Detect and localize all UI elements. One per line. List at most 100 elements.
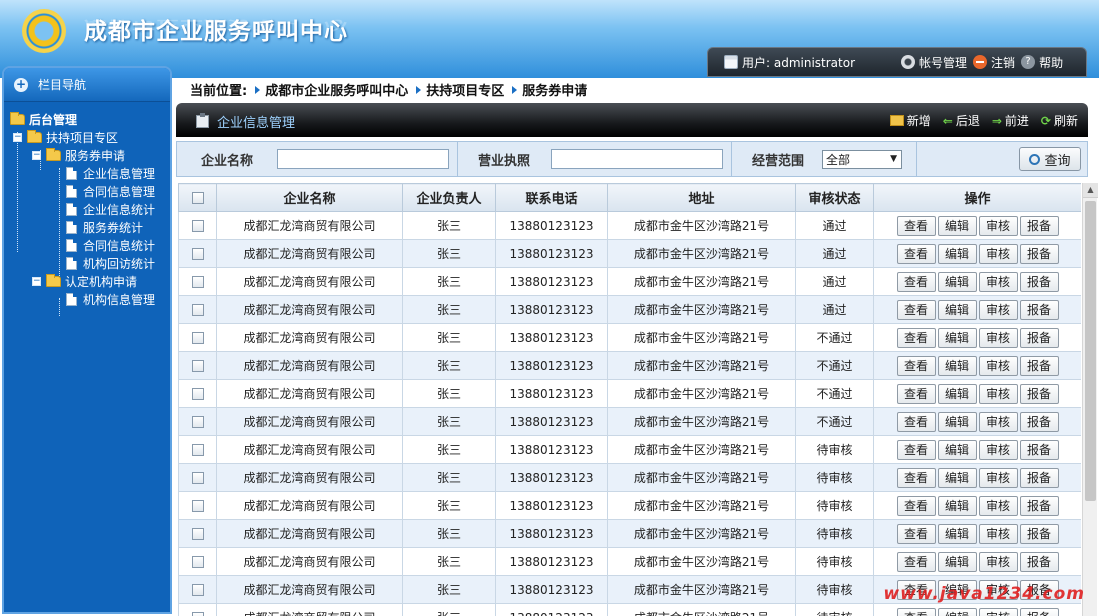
review-button[interactable]: 审核 (978, 299, 1018, 320)
row-checkbox[interactable] (191, 304, 204, 316)
edit-button[interactable]: 编辑 (937, 411, 977, 432)
report-button[interactable]: 报备 (1019, 551, 1059, 572)
review-button[interactable]: 审核 (978, 327, 1018, 348)
review-button[interactable]: 审核 (978, 355, 1018, 376)
edit-button[interactable]: 编辑 (937, 243, 977, 264)
report-button[interactable]: 报备 (1019, 411, 1059, 432)
report-button[interactable]: 报备 (1019, 523, 1059, 544)
view-button[interactable]: 查看 (896, 215, 936, 236)
review-button[interactable]: 审核 (978, 271, 1018, 292)
report-button[interactable]: 报备 (1019, 299, 1059, 320)
tree-item[interactable]: 合同信息管理 (4, 182, 170, 200)
view-button[interactable]: 查看 (896, 607, 936, 616)
scroll-thumb[interactable] (1085, 201, 1096, 501)
view-button[interactable]: 查看 (896, 439, 936, 460)
row-checkbox[interactable] (191, 556, 204, 568)
review-button[interactable]: 审核 (978, 551, 1018, 572)
sidebar-header[interactable]: + 栏目导航 (4, 68, 170, 102)
report-button[interactable]: 报备 (1019, 439, 1059, 460)
edit-button[interactable]: 编辑 (937, 439, 977, 460)
scroll-up-icon[interactable]: ▲ (1083, 183, 1098, 198)
edit-button[interactable]: 编辑 (937, 271, 977, 292)
tree-item[interactable]: 合同信息统计 (4, 236, 170, 254)
row-checkbox[interactable] (191, 472, 204, 484)
row-checkbox[interactable] (191, 444, 204, 456)
collapse-icon[interactable]: − (32, 276, 41, 286)
tree-group-support[interactable]: − 扶持项目专区 (4, 128, 170, 146)
review-button[interactable]: 审核 (978, 383, 1018, 404)
report-button[interactable]: 报备 (1019, 467, 1059, 488)
report-button[interactable]: 报备 (1019, 215, 1059, 236)
edit-button[interactable]: 编辑 (937, 607, 977, 616)
license-input[interactable] (551, 149, 724, 169)
edit-button[interactable]: 编辑 (937, 523, 977, 544)
edit-button[interactable]: 编辑 (937, 383, 977, 404)
tree-group-agency[interactable]: − 认定机构申请 (4, 272, 170, 290)
edit-button[interactable]: 编辑 (937, 215, 977, 236)
report-button[interactable]: 报备 (1019, 355, 1059, 376)
edit-button[interactable]: 编辑 (937, 355, 977, 376)
edit-button[interactable]: 编辑 (937, 327, 977, 348)
view-button[interactable]: 查看 (896, 495, 936, 516)
view-button[interactable]: 查看 (896, 355, 936, 376)
breadcrumb-item[interactable]: 扶持项目专区 (426, 80, 504, 99)
review-button[interactable]: 审核 (978, 411, 1018, 432)
report-button[interactable]: 报备 (1019, 243, 1059, 264)
review-button[interactable]: 审核 (978, 215, 1018, 236)
help-link[interactable]: ? 帮助 (1021, 54, 1063, 71)
forward-button[interactable]: ⇒ 前进 (992, 112, 1029, 129)
vertical-scrollbar[interactable]: ▲ (1082, 183, 1098, 616)
row-checkbox[interactable] (191, 416, 204, 428)
tree-item[interactable]: 机构回访统计 (4, 254, 170, 272)
logout-link[interactable]: 注销 (973, 54, 1015, 71)
row-checkbox[interactable] (191, 332, 204, 344)
row-checkbox[interactable] (191, 584, 204, 596)
view-button[interactable]: 查看 (896, 243, 936, 264)
report-button[interactable]: 报备 (1019, 327, 1059, 348)
tree-root[interactable]: 后台管理 (4, 110, 170, 128)
row-checkbox[interactable] (191, 360, 204, 372)
breadcrumb-item[interactable]: 服务券申请 (522, 80, 587, 99)
tree-item[interactable]: 企业信息管理 (4, 164, 170, 182)
view-button[interactable]: 查看 (896, 383, 936, 404)
refresh-button[interactable]: ⟳ 刷新 (1041, 112, 1078, 129)
report-button[interactable]: 报备 (1019, 271, 1059, 292)
edit-button[interactable]: 编辑 (937, 495, 977, 516)
view-button[interactable]: 查看 (896, 411, 936, 432)
report-button[interactable]: 报备 (1019, 607, 1059, 616)
tree-item[interactable]: 企业信息统计 (4, 200, 170, 218)
review-button[interactable]: 审核 (978, 523, 1018, 544)
view-button[interactable]: 查看 (896, 271, 936, 292)
back-button[interactable]: ⇐ 后退 (943, 112, 980, 129)
edit-button[interactable]: 编辑 (937, 299, 977, 320)
view-button[interactable]: 查看 (896, 523, 936, 544)
row-checkbox[interactable] (191, 528, 204, 540)
row-checkbox[interactable] (191, 276, 204, 288)
select-all-checkbox[interactable] (191, 191, 204, 204)
review-button[interactable]: 审核 (978, 467, 1018, 488)
view-button[interactable]: 查看 (896, 327, 936, 348)
review-button[interactable]: 审核 (978, 607, 1018, 616)
report-button[interactable]: 报备 (1019, 495, 1059, 516)
row-checkbox[interactable] (191, 500, 204, 512)
row-checkbox[interactable] (191, 248, 204, 260)
row-checkbox[interactable] (191, 612, 204, 616)
review-button[interactable]: 审核 (978, 495, 1018, 516)
view-button[interactable]: 查看 (896, 299, 936, 320)
scope-select[interactable]: 全部 ▼ (822, 149, 903, 169)
row-checkbox[interactable] (191, 388, 204, 400)
tree-subgroup-voucher[interactable]: − 服务券申请 (4, 146, 170, 164)
query-button[interactable]: 查询 (1019, 147, 1081, 171)
view-button[interactable]: 查看 (896, 467, 936, 488)
tree-item[interactable]: 机构信息管理 (4, 290, 170, 308)
row-checkbox[interactable] (191, 220, 204, 232)
view-button[interactable]: 查看 (896, 551, 936, 572)
collapse-icon[interactable]: − (13, 132, 22, 142)
account-link[interactable]: 帐号管理 (901, 54, 967, 71)
report-button[interactable]: 报备 (1019, 383, 1059, 404)
review-button[interactable]: 审核 (978, 243, 1018, 264)
edit-button[interactable]: 编辑 (937, 467, 977, 488)
collapse-icon[interactable]: − (32, 150, 41, 160)
breadcrumb-item[interactable]: 成都市企业服务呼叫中心 (265, 80, 408, 99)
tree-item[interactable]: 服务券统计 (4, 218, 170, 236)
